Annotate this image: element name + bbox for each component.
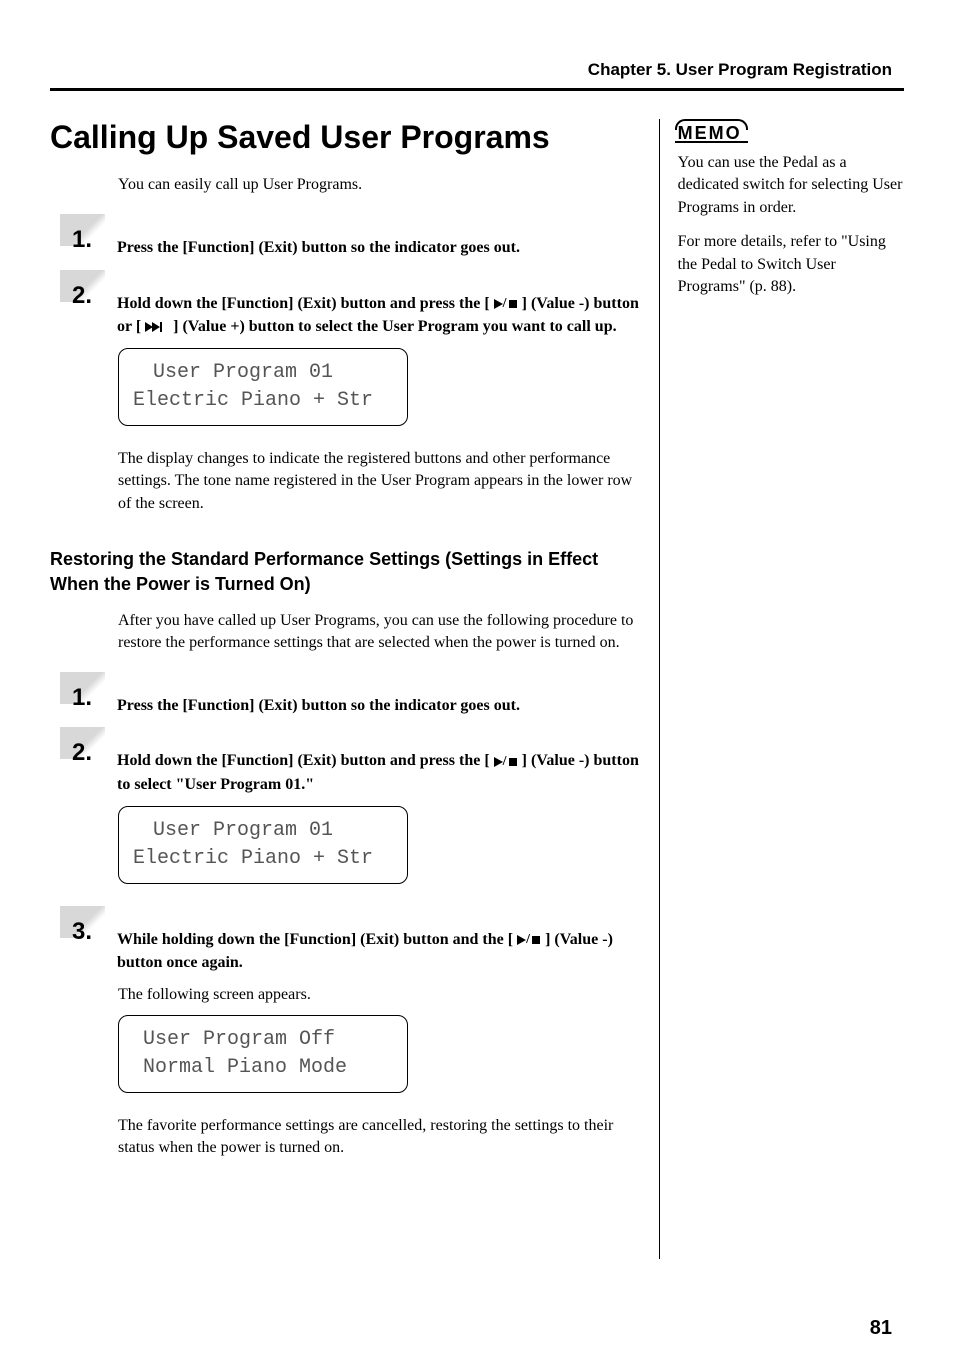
body-paragraph: After you have called up User Programs, …	[118, 610, 641, 655]
step-text: Hold down the [Function] (Exit) button a…	[117, 727, 641, 795]
callup-step-2: 2. Hold down the [Function] (Exit) butto…	[60, 270, 641, 338]
header-rule	[50, 88, 904, 91]
lcd-line-2: Electric Piano + Str	[133, 845, 393, 873]
step-number-badge: 1.	[60, 214, 105, 246]
restore-step-2: 2. Hold down the [Function] (Exit) butto…	[60, 727, 641, 795]
step-number-badge: 1.	[60, 672, 105, 704]
play-stop-icon: /	[494, 298, 518, 310]
intro-text: You can easily call up User Programs.	[118, 174, 641, 196]
memo-icon: MEMO	[678, 123, 742, 144]
fast-forward-icon	[145, 321, 169, 333]
lcd-line-1: User Program Off	[133, 1026, 393, 1054]
lcd-display: User Program 01 Electric Piano + Str	[118, 348, 408, 426]
restore-step-3: 3. While holding down the [Function] (Ex…	[60, 906, 641, 974]
memo-text: For more details, refer to "Using the Pe…	[678, 231, 904, 298]
step-text: While holding down the [Function] (Exit)…	[117, 906, 641, 974]
body-paragraph: The following screen appears.	[118, 984, 641, 1006]
lcd-display: User Program 01 Electric Piano + Str	[118, 806, 408, 884]
play-stop-icon: /	[517, 934, 541, 946]
lcd-line-2: Electric Piano + Str	[133, 387, 393, 415]
page-title: Calling Up Saved User Programs	[50, 119, 641, 156]
restore-step-1: 1. Press the [Function] (Exit) button so…	[60, 672, 641, 717]
lcd-line-2: Normal Piano Mode	[133, 1054, 393, 1082]
step-number-badge: 2.	[60, 270, 105, 302]
page-number: 81	[870, 1317, 892, 1340]
memo-text: You can use the Pedal as a dedicated swi…	[678, 152, 904, 219]
body-paragraph: The display changes to indicate the regi…	[118, 448, 641, 515]
step-number-badge: 2.	[60, 727, 105, 759]
sidebar: MEMO You can use the Pedal as a dedicate…	[659, 119, 904, 1259]
lcd-line-1: User Program 01	[133, 359, 393, 387]
callup-step-1: 1. Press the [Function] (Exit) button so…	[60, 214, 641, 259]
step-text: Press the [Function] (Exit) button so th…	[117, 214, 641, 259]
step-text: Press the [Function] (Exit) button so th…	[117, 672, 641, 717]
lcd-display: User Program Off Normal Piano Mode	[118, 1015, 408, 1093]
step-number-badge: 3.	[60, 906, 105, 938]
chapter-header: Chapter 5. User Program Registration	[50, 60, 904, 80]
play-stop-icon: /	[494, 756, 518, 768]
lcd-line-1: User Program 01	[133, 817, 393, 845]
body-paragraph: The favorite performance settings are ca…	[118, 1115, 641, 1160]
subheading: Restoring the Standard Performance Setti…	[50, 547, 641, 597]
step-text: Hold down the [Function] (Exit) button a…	[117, 270, 641, 338]
main-column: Calling Up Saved User Programs You can e…	[50, 119, 659, 1259]
